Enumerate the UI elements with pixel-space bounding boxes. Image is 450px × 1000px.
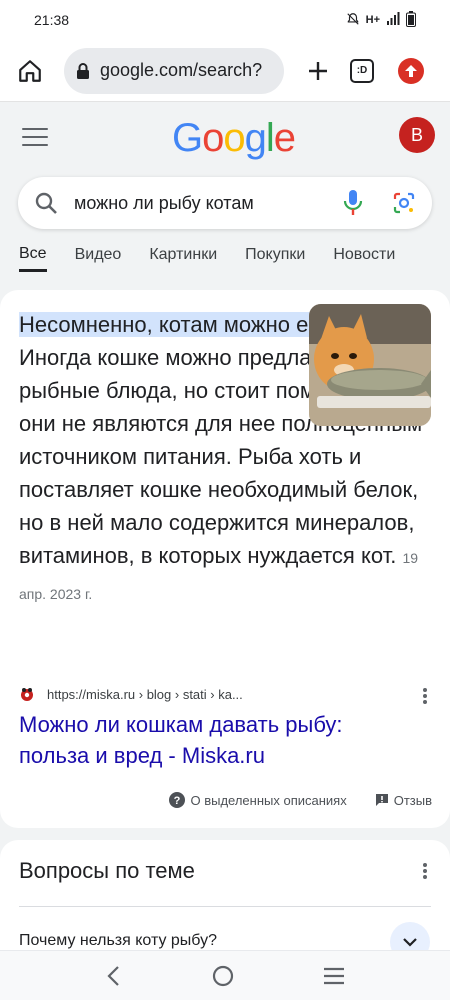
status-bar: 21:38 H+ (0, 0, 450, 40)
snippet-footer: ? О выделенных описаниях Отзыв (147, 792, 432, 808)
plus-icon (309, 61, 327, 80)
result-options-button[interactable] (418, 687, 432, 710)
mute-icon (346, 12, 360, 29)
home-icon (19, 59, 41, 82)
signal-icon (386, 11, 400, 29)
related-options-button[interactable] (418, 862, 432, 885)
lock-icon (77, 62, 89, 79)
status-icons: H+ (346, 10, 416, 30)
battery-icon (406, 10, 416, 30)
help-icon: ? (169, 792, 186, 808)
logo-letter: o (202, 116, 224, 160)
url-bar[interactable]: google.com/search? (64, 47, 284, 94)
logo-letter: o (223, 116, 245, 160)
home-circle-icon[interactable] (212, 965, 234, 987)
logo-letter: G (172, 116, 203, 160)
source-url: https://miska.ru › blog › stati › ka... (47, 686, 243, 702)
google-header: Google (0, 102, 450, 176)
logo-letter: e (273, 116, 296, 160)
logo-letter: g (244, 116, 267, 160)
system-nav-bar (0, 950, 450, 1000)
snippet-thumbnail-image[interactable] (309, 304, 431, 426)
search-filter-tabs: Все Видео Картинки Покупки Новости (0, 238, 450, 278)
result-title-link[interactable]: Можно ли кошкам давать рыбу: польза и вр… (19, 709, 399, 771)
more-vert-icon (423, 863, 427, 879)
divider (19, 906, 431, 907)
google-lens-icon[interactable] (392, 191, 416, 215)
filter-tab[interactable]: Покупки (245, 246, 305, 270)
update-button[interactable] (398, 57, 424, 84)
cat-with-fish-image (309, 304, 431, 426)
tab-switcher-button[interactable]: :D (350, 58, 374, 83)
avatar-letter: B (410, 124, 423, 145)
arrow-up-icon (405, 64, 417, 77)
url-text: google.com/search? (100, 60, 263, 80)
site-favicon-icon (21, 688, 33, 701)
filter-tab[interactable]: Картинки (149, 246, 217, 270)
search-box[interactable]: можно ли рыбу котам (18, 177, 432, 229)
filter-tab[interactable]: Новости (333, 246, 395, 270)
related-questions-title: Вопросы по теме (19, 858, 195, 883)
search-query[interactable]: можно ли рыбу котам (74, 193, 342, 214)
svg-text:?: ? (174, 795, 181, 807)
recents-icon[interactable] (323, 967, 345, 985)
back-icon[interactable] (105, 965, 123, 987)
filter-tab[interactable]: Видео (75, 246, 122, 270)
feedback-link[interactable]: Отзыв (375, 793, 432, 808)
network-type: H+ (365, 14, 380, 26)
google-logo[interactable]: Google (172, 116, 296, 161)
featured-snippet-card: Несомненно, котам можно есть рыбу. Иногд… (0, 290, 450, 828)
more-vert-icon (423, 688, 427, 704)
result-source[interactable]: https://miska.ru › blog › stati › ka... (19, 686, 243, 702)
tab-switcher-label: :D (356, 65, 368, 76)
new-tab-button[interactable] (300, 53, 336, 89)
about-snippets-label: О выделенных описаниях (190, 792, 347, 808)
status-time: 21:38 (34, 12, 70, 28)
logo-letter: l (265, 116, 275, 160)
menu-button[interactable] (22, 128, 48, 150)
home-button[interactable] (10, 51, 50, 91)
chevron-down-icon (403, 938, 417, 947)
feedback-label: Отзыв (393, 792, 432, 808)
avatar[interactable]: B (399, 117, 435, 153)
feedback-icon (375, 794, 388, 806)
filter-tab[interactable]: Все (19, 245, 47, 272)
about-snippets-link[interactable]: ? О выделенных описаниях (169, 792, 347, 808)
browser-toolbar: google.com/search? :D (0, 40, 450, 102)
search-icon (35, 192, 57, 214)
microphone-icon[interactable] (342, 189, 364, 217)
related-question-item[interactable]: Почему нельзя коту рыбу? (19, 932, 217, 950)
